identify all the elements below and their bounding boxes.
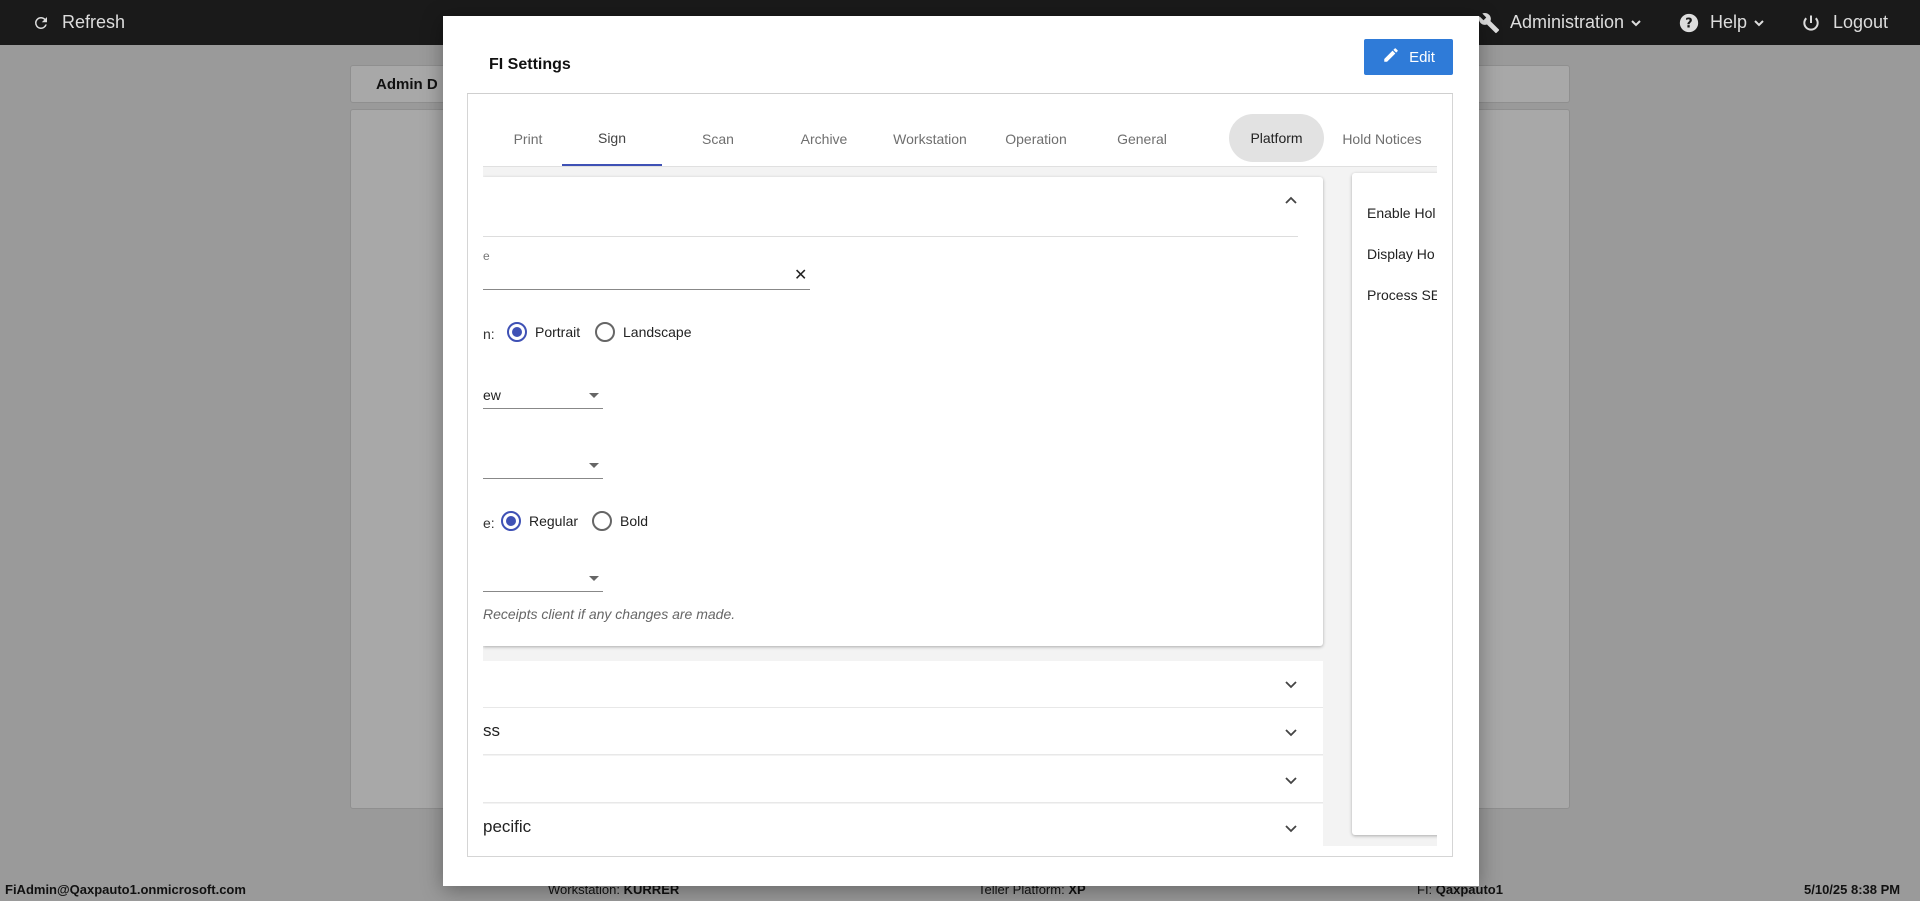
tab-hold-notices[interactable]: Hold Notices <box>1328 111 1436 166</box>
admin-dashboard-title: Admin D <box>376 76 438 93</box>
accordion-item[interactable] <box>483 756 1323 803</box>
radio-regular[interactable]: Regular <box>501 511 578 531</box>
radio-selected-icon <box>507 322 527 342</box>
accordion-item-label: ss <box>483 721 500 740</box>
orientation-label: n: <box>483 326 495 342</box>
text-field-input[interactable] <box>483 289 810 290</box>
clear-icon[interactable]: ✕ <box>794 265 807 285</box>
chevron-down-icon <box>1630 17 1642 29</box>
svg-text:?: ? <box>1685 16 1692 31</box>
power-icon <box>1801 13 1821 33</box>
refresh-label: Refresh <box>62 12 126 32</box>
tab-scan[interactable]: Scan <box>668 111 768 166</box>
card-divider <box>483 236 1298 237</box>
pencil-icon <box>1382 46 1400 68</box>
modal-body: Print Sign Scan Archive Workstation Oper… <box>467 94 1453 857</box>
dropdown-caret-icon <box>589 576 599 581</box>
status-user: FiAdmin@Qaxpauto1.onmicrosoft.com <box>5 882 246 897</box>
administration-label: Administration <box>1510 12 1625 32</box>
select-1-value: ew <box>483 387 501 403</box>
modal-header: FI Settings Edit <box>467 39 1453 94</box>
refresh-button[interactable]: Refresh <box>32 0 125 45</box>
settings-tabs: Print Sign Scan Archive Workstation Oper… <box>483 111 1437 167</box>
modal-title: FI Settings <box>489 56 571 73</box>
tab-general[interactable]: General <box>1092 111 1192 166</box>
radio-unselected-icon <box>595 322 615 342</box>
help-label: Help <box>1710 12 1748 32</box>
chevron-down-icon <box>1753 17 1765 29</box>
status-datetime: 5/10/25 8:38 PM <box>1804 882 1901 897</box>
restart-note: Receipts client if any changes are made. <box>483 606 736 622</box>
sign-settings-card: e ✕ n: Portrait Landscape ew e: Regular … <box>483 177 1323 646</box>
accordion-item-label: pecific <box>483 817 532 836</box>
platform-options-panel: Enable Hol Display Ho Process SE <box>1352 173 1437 835</box>
tab-platform[interactable]: Platform <box>1229 114 1324 162</box>
select-dropdown-1[interactable]: ew <box>483 381 603 409</box>
administration-menu[interactable]: Administration <box>1478 0 1642 45</box>
logout-button[interactable]: Logout <box>1801 0 1888 45</box>
tab-workstation[interactable]: Workstation <box>880 111 980 166</box>
chevron-up-icon <box>1284 194 1298 213</box>
radio-bold-label: Bold <box>620 513 649 529</box>
tab-sign[interactable]: Sign <box>562 111 662 166</box>
chevron-down-icon <box>1281 818 1301 838</box>
tab-operation[interactable]: Operation <box>986 111 1086 166</box>
settings-viewport: Print Sign Scan Archive Workstation Oper… <box>483 111 1437 846</box>
help-icon: ? <box>1678 12 1700 34</box>
chevron-down-icon <box>1281 770 1301 790</box>
fi-settings-modal: FI Settings Edit Print Sign Scan Archive… <box>443 16 1479 886</box>
enable-hold-option[interactable]: Enable Hol <box>1367 205 1436 221</box>
radio-portrait-label: Portrait <box>535 324 581 340</box>
chevron-down-icon <box>1281 674 1301 694</box>
edit-label: Edit <box>1409 48 1435 66</box>
logout-label: Logout <box>1833 12 1889 32</box>
tab-archive[interactable]: Archive <box>774 111 874 166</box>
radio-portrait[interactable]: Portrait <box>507 322 580 342</box>
font-style-label: e: <box>483 515 495 531</box>
display-hold-option[interactable]: Display Ho <box>1367 246 1435 262</box>
radio-landscape[interactable]: Landscape <box>595 322 692 342</box>
radio-unselected-icon <box>592 511 612 531</box>
refresh-icon <box>32 14 50 32</box>
wrench-icon <box>1478 12 1500 34</box>
help-menu[interactable]: ? Help <box>1678 0 1765 45</box>
dropdown-caret-icon <box>589 463 599 468</box>
dropdown-caret-icon <box>589 393 599 398</box>
radio-bold[interactable]: Bold <box>592 511 648 531</box>
edit-button[interactable]: Edit <box>1364 39 1453 75</box>
accordion-item[interactable] <box>483 661 1323 708</box>
chevron-down-icon <box>1281 722 1301 742</box>
collapse-chevron-button[interactable] <box>1281 193 1301 213</box>
radio-regular-label: Regular <box>529 513 579 529</box>
accordion-item[interactable]: ss <box>483 708 1323 755</box>
process-option[interactable]: Process SE <box>1367 287 1437 303</box>
select-dropdown-2[interactable] <box>483 451 603 479</box>
select-dropdown-3[interactable] <box>483 564 603 592</box>
radio-selected-icon <box>501 511 521 531</box>
accordion-item[interactable]: pecific <box>483 804 1323 846</box>
text-field-label: e <box>483 249 490 263</box>
radio-landscape-label: Landscape <box>623 324 692 340</box>
